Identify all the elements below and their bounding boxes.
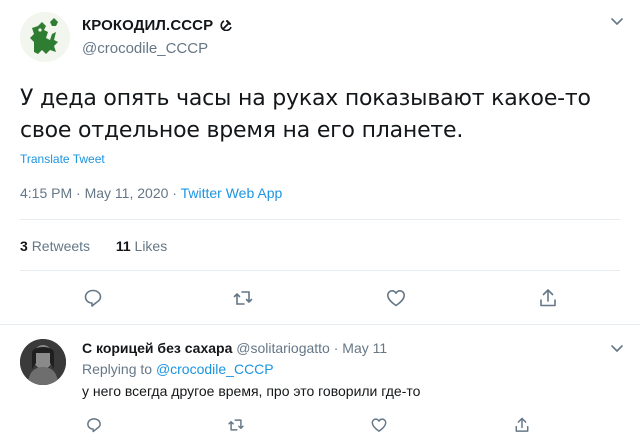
tweet-text-line: У деда опять часы на руках показывают ка… [20, 86, 591, 111]
chevron-down-icon[interactable] [610, 341, 624, 355]
separator-dot: · [333, 340, 339, 356]
crocodile-logo-icon [20, 12, 70, 62]
author-display-name[interactable]: КРОКОДИЛ.СССР [82, 17, 233, 34]
retweet-icon [228, 419, 244, 431]
retweets-stat[interactable]: 3 Retweets [20, 238, 90, 254]
share-icon [515, 417, 529, 432]
tweet-text-line: свое отдельное время на его планете. [20, 118, 464, 143]
reply-handle[interactable]: @solitariogatto [236, 340, 330, 356]
tweet-source-link[interactable]: Twitter Web App [181, 185, 283, 201]
tweet-stats: 3 Retweets 11 Likes [20, 238, 167, 254]
reply-text: у него всегда другое время, про это гово… [82, 383, 421, 399]
share-button[interactable] [536, 286, 560, 310]
reply-tweet[interactable]: С корицей без сахара @solitariogatto · M… [0, 325, 640, 441]
share-icon [540, 289, 556, 307]
crocodile-avatar[interactable] [20, 12, 70, 62]
reply-like-button[interactable] [369, 415, 389, 435]
replying-to: Replying to @crocodile_CCCP [82, 361, 274, 377]
hammer-sickle-icon [219, 18, 233, 31]
main-tweet: КРОКОДИЛ.СССР @crocodile_CCCP У деда опя… [0, 0, 640, 324]
reply-reply-button[interactable] [84, 415, 104, 435]
replying-to-handle-link[interactable]: @crocodile_CCCP [156, 361, 274, 377]
heart-icon [387, 290, 405, 307]
separator-dot: · [172, 185, 177, 201]
like-button[interactable] [384, 286, 408, 310]
reply-avatar[interactable] [20, 339, 66, 385]
tweet-meta: 4:15 PM · May 11, 2020 · Twitter Web App [20, 185, 282, 201]
tweet-text: У деда опять часы на руках показывают ка… [20, 83, 620, 147]
tweet-date[interactable]: May 11, 2020 [85, 185, 169, 201]
heart-icon [371, 418, 387, 432]
chevron-down-icon[interactable] [610, 14, 624, 28]
tweet-time[interactable]: 4:15 PM [20, 185, 72, 201]
retweet-button[interactable] [231, 286, 255, 310]
reply-date[interactable]: May 11 [342, 340, 387, 356]
separator-dot: · [76, 185, 81, 201]
likes-stat[interactable]: 11 Likes [116, 238, 167, 254]
author-handle[interactable]: @crocodile_CCCP [82, 40, 208, 57]
reply-display-name[interactable]: С корицей без сахара [82, 340, 232, 356]
reply-icon [84, 289, 102, 307]
reply-share-button[interactable] [512, 415, 532, 435]
retweet-icon [233, 291, 253, 305]
reply-header: С корицей без сахара @solitariogatto · M… [82, 340, 387, 356]
reply-button[interactable] [81, 286, 105, 310]
translate-tweet-link[interactable]: Translate Tweet [20, 152, 105, 166]
divider [20, 219, 620, 220]
reply-icon [87, 418, 101, 433]
reply-avatar-photo [20, 339, 66, 385]
reply-retweet-button[interactable] [226, 415, 246, 435]
divider [20, 270, 620, 271]
